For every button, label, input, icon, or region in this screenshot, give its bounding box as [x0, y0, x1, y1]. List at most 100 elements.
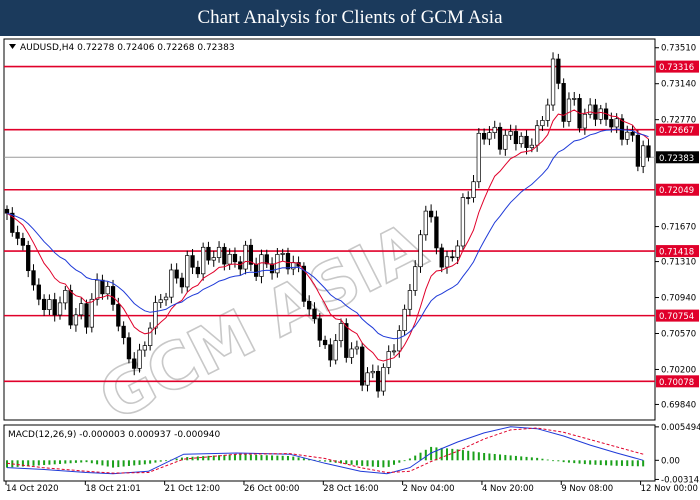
candle-body — [259, 254, 264, 277]
x-tick-label: 9 Nov 08:00 — [561, 484, 613, 494]
macd-histogram-bar — [509, 455, 512, 461]
candle-body — [41, 298, 47, 310]
candle-body — [4, 208, 10, 214]
macd-histogram-bar — [202, 456, 205, 461]
candle-body — [338, 323, 344, 342]
candle-body — [52, 299, 57, 316]
candle-body — [635, 134, 641, 167]
macd-histogram-bar — [408, 458, 411, 461]
candle-body — [317, 318, 322, 341]
candle-body — [195, 266, 200, 275]
macd-histogram-bar — [403, 460, 406, 462]
candle-body — [116, 304, 121, 327]
macd-histogram-bar — [244, 454, 247, 461]
macd-histogram-bar — [249, 454, 252, 461]
macd-histogram-bar — [488, 453, 491, 461]
candle-body — [641, 145, 646, 167]
x-tick-label: 26 Oct 00:00 — [244, 484, 299, 494]
macd-histogram-bar — [196, 456, 199, 461]
macd-histogram-bar — [302, 458, 305, 461]
macd-histogram-bar — [122, 460, 125, 467]
macd-histogram-bar — [329, 460, 332, 463]
macd-histogram-bar — [440, 447, 443, 461]
candle-body — [455, 245, 460, 258]
macd-histogram-bar — [255, 454, 258, 461]
candle-body — [497, 126, 503, 150]
candle-body — [322, 339, 328, 346]
candle-body — [630, 131, 635, 136]
candle-body — [94, 279, 100, 300]
macd-histogram-bar — [514, 455, 517, 461]
macd-histogram-bar — [318, 460, 321, 462]
macd-histogram-bar — [165, 460, 168, 462]
candle-body — [216, 246, 222, 258]
macd-histogram-bar — [567, 460, 570, 463]
candle-body — [625, 131, 630, 140]
macd-histogram-bar — [642, 460, 645, 467]
macd-histogram-bar — [605, 460, 608, 466]
candle-body — [487, 132, 492, 140]
candle-body — [365, 372, 370, 386]
macd-histogram-bar — [589, 460, 592, 465]
candle-body — [238, 261, 243, 270]
macd-histogram-bar — [620, 460, 623, 466]
macd-histogram-bar — [525, 456, 528, 461]
candle-body — [450, 256, 455, 259]
candle-body — [428, 210, 434, 218]
macd-histogram-bar — [69, 460, 72, 464]
candle-body — [333, 340, 338, 361]
candle-body — [381, 367, 386, 392]
macd-histogram-bar — [483, 453, 486, 461]
price-y-tick-label: 0.70200 — [661, 365, 696, 375]
candle-body — [100, 279, 105, 295]
candle-body — [26, 245, 31, 272]
candle-body — [413, 266, 418, 291]
candle-body — [434, 216, 439, 249]
candle-body — [519, 135, 524, 145]
x-tick-label: 4 Nov 20:00 — [482, 484, 534, 494]
candle-body — [344, 323, 349, 358]
candle-body — [534, 125, 540, 146]
candle-body — [476, 132, 481, 183]
macd-histogram-bar — [106, 460, 109, 467]
candle-body — [147, 327, 153, 346]
price-y-tick-label: 0.70570 — [661, 329, 696, 339]
candle-body — [227, 253, 232, 265]
macd-histogram-bar — [562, 460, 565, 463]
candle-body — [36, 284, 41, 300]
candle-body — [391, 350, 397, 353]
candle-body — [190, 255, 195, 268]
macd-histogram-bar — [594, 460, 597, 465]
macd-histogram-bar — [493, 453, 496, 461]
candle-body — [285, 253, 291, 270]
candle-body — [15, 232, 20, 239]
candle-body — [508, 131, 513, 136]
candle-body — [63, 290, 68, 304]
macd-histogram-bar — [339, 460, 342, 464]
macd-histogram-bar — [260, 455, 263, 461]
macd-histogram-bar — [520, 456, 523, 461]
candle-body — [121, 325, 126, 339]
candle-body — [598, 108, 603, 120]
candle-body — [307, 300, 312, 310]
macd-histogram-bar — [6, 460, 8, 468]
candle-body — [254, 264, 259, 277]
macd-histogram-bar — [530, 457, 533, 461]
candle-body — [31, 270, 36, 286]
candle-body — [110, 286, 116, 305]
macd-histogram-bar — [355, 460, 358, 466]
macd-histogram-bar — [398, 460, 401, 463]
macd-histogram-bar — [387, 460, 390, 467]
candle-body — [492, 126, 497, 133]
macd-histogram-bar — [477, 452, 480, 461]
macd-histogram-bar — [414, 455, 417, 461]
macd-histogram-bar — [64, 460, 67, 464]
macd-histogram-bar — [472, 451, 475, 461]
macd-histogram-bar — [382, 460, 385, 468]
macd-histogram-bar — [451, 448, 454, 461]
candle-body — [593, 104, 598, 120]
candle-body — [174, 269, 179, 279]
candle-body — [126, 337, 132, 360]
macd-histogram-bar — [371, 460, 374, 467]
macd-histogram-bar — [228, 454, 231, 461]
